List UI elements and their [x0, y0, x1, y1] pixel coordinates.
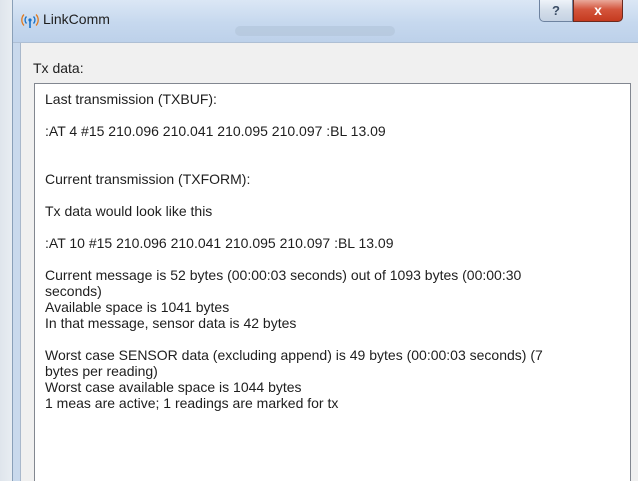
current-message-info: Current message is 52 bytes (00:00:03 se… — [45, 267, 522, 331]
linkcomm-window: LinkComm ? x Tx data: Last transmission … — [12, 0, 638, 481]
current-transmission-heading: Current transmission (TXFORM): — [45, 171, 251, 187]
current-transmission-value: :AT 10 #15 210.096 210.041 210.095 210.0… — [45, 235, 394, 251]
wireless-antenna-icon — [21, 12, 39, 30]
tx-data-textbox[interactable]: Last transmission (TXBUF): :AT 4 #15 210… — [34, 83, 631, 481]
last-transmission-value: :AT 4 #15 210.096 210.041 210.095 210.09… — [45, 123, 386, 139]
window-title: LinkComm — [43, 11, 110, 27]
close-icon: x — [594, 2, 602, 18]
client-area: Tx data: Last transmission (TXBUF): :AT … — [20, 43, 638, 481]
last-transmission-heading: Last transmission (TXBUF): — [45, 91, 217, 107]
tx-data-preview-note: Tx data would look like this — [45, 203, 213, 219]
question-icon: ? — [552, 3, 560, 18]
desktop-background — [0, 0, 12, 481]
obscured-title-area — [235, 26, 395, 36]
worst-case-info: Worst case SENSOR data (excluding append… — [45, 347, 543, 411]
help-button[interactable]: ? — [539, 0, 573, 22]
title-bar[interactable]: LinkComm ? x — [13, 0, 638, 43]
close-button[interactable]: x — [573, 0, 623, 22]
tx-data-label: Tx data: — [33, 60, 84, 76]
